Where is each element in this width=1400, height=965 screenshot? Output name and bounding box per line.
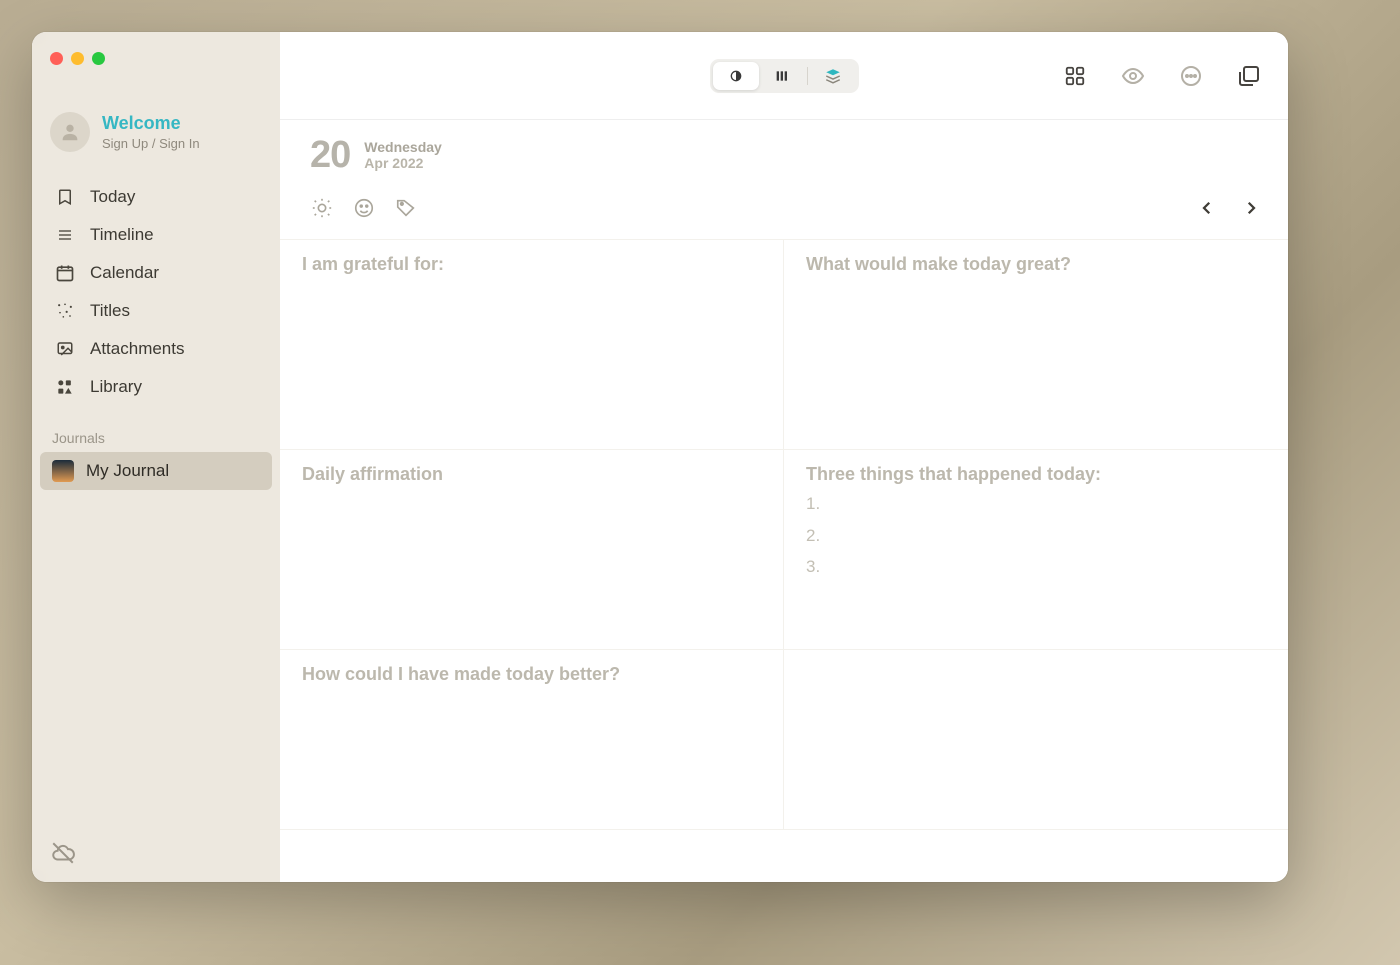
prompt-three-things[interactable]: Three things that happened today: 1. 2. … bbox=[784, 450, 1288, 650]
list-item: 3. bbox=[806, 554, 1266, 580]
profile-text: Welcome Sign Up / Sign In bbox=[102, 113, 200, 151]
profile-name: Welcome bbox=[102, 113, 200, 134]
view-mode-switch bbox=[710, 59, 859, 93]
image-icon bbox=[54, 338, 76, 360]
weekday-label: Wednesday bbox=[364, 140, 442, 155]
prompt-label: How could I have made today better? bbox=[302, 664, 761, 685]
view-mode-stack[interactable] bbox=[810, 62, 856, 90]
prompt-label: I am grateful for: bbox=[302, 254, 761, 275]
journal-thumbnail-icon bbox=[52, 460, 74, 482]
journal-item-label: My Journal bbox=[86, 461, 169, 481]
sidebar-item-today[interactable]: Today bbox=[40, 178, 272, 216]
entry-meta-row bbox=[280, 185, 1288, 240]
prompt-grateful[interactable]: I am grateful for: bbox=[280, 240, 784, 450]
prompt-affirmation[interactable]: Daily affirmation bbox=[280, 450, 784, 650]
view-mode-single[interactable] bbox=[713, 62, 759, 90]
sidebar-item-library[interactable]: Library bbox=[40, 368, 272, 406]
sidebar: Welcome Sign Up / Sign In Today Timeline bbox=[32, 32, 280, 882]
date-meta: Wednesday Apr 2022 bbox=[364, 140, 442, 171]
sidebar-item-label: Today bbox=[90, 187, 135, 207]
next-entry-button[interactable] bbox=[1238, 195, 1264, 221]
tag-icon[interactable] bbox=[394, 196, 418, 220]
close-window-button[interactable] bbox=[50, 52, 63, 65]
timeline-icon bbox=[54, 224, 76, 246]
topbar bbox=[280, 32, 1288, 120]
list-item: 2. bbox=[806, 523, 1266, 549]
fullscreen-window-button[interactable] bbox=[92, 52, 105, 65]
sidebar-item-calendar[interactable]: Calendar bbox=[40, 254, 272, 292]
profile-block[interactable]: Welcome Sign Up / Sign In bbox=[32, 102, 280, 172]
day-number: 20 bbox=[310, 134, 350, 177]
new-window-button[interactable] bbox=[1234, 61, 1264, 91]
mood-icon[interactable] bbox=[352, 196, 376, 220]
prev-entry-button[interactable] bbox=[1194, 195, 1220, 221]
cloud-off-icon[interactable] bbox=[50, 840, 76, 866]
avatar-icon bbox=[50, 112, 90, 152]
sidebar-item-label: Titles bbox=[90, 301, 130, 321]
view-switch-separator bbox=[807, 67, 808, 85]
date-header: 20 Wednesday Apr 2022 bbox=[280, 120, 1288, 185]
topbar-actions bbox=[1060, 61, 1264, 91]
journals-section-label: Journals bbox=[32, 412, 280, 452]
monthyear-label: Apr 2022 bbox=[364, 156, 442, 171]
visibility-button[interactable] bbox=[1118, 61, 1148, 91]
calendar-icon bbox=[54, 262, 76, 284]
main-pane: 20 Wednesday Apr 2022 bbox=[280, 32, 1288, 882]
app-window: Welcome Sign Up / Sign In Today Timeline bbox=[32, 32, 1288, 882]
sidebar-item-label: Timeline bbox=[90, 225, 154, 245]
bookmark-icon bbox=[54, 186, 76, 208]
journal-grid: I am grateful for: What would make today… bbox=[280, 240, 1288, 830]
prompt-label: Three things that happened today: bbox=[806, 464, 1266, 485]
library-icon bbox=[54, 376, 76, 398]
prompt-empty[interactable] bbox=[784, 650, 1288, 830]
entry-meta-icons bbox=[310, 196, 418, 220]
sign-in-link[interactable]: Sign Up / Sign In bbox=[102, 136, 200, 151]
window-controls bbox=[50, 52, 105, 65]
sidebar-item-label: Attachments bbox=[90, 339, 185, 359]
sidebar-item-titles[interactable]: Titles bbox=[40, 292, 272, 330]
more-button[interactable] bbox=[1176, 61, 1206, 91]
weather-icon[interactable] bbox=[310, 196, 334, 220]
primary-nav: Today Timeline Calendar Titles bbox=[32, 172, 280, 412]
list-item: 1. bbox=[806, 491, 1266, 517]
sidebar-item-label: Calendar bbox=[90, 263, 159, 283]
sparkle-icon bbox=[54, 300, 76, 322]
view-mode-columns[interactable] bbox=[759, 62, 805, 90]
sidebar-item-attachments[interactable]: Attachments bbox=[40, 330, 272, 368]
prompt-label: Daily affirmation bbox=[302, 464, 761, 485]
prompt-label: What would make today great? bbox=[806, 254, 1266, 275]
sidebar-item-timeline[interactable]: Timeline bbox=[40, 216, 272, 254]
sidebar-item-label: Library bbox=[90, 377, 142, 397]
widgets-button[interactable] bbox=[1060, 61, 1090, 91]
journal-item-my-journal[interactable]: My Journal bbox=[40, 452, 272, 490]
prompt-great[interactable]: What would make today great? bbox=[784, 240, 1288, 450]
minimize-window-button[interactable] bbox=[71, 52, 84, 65]
prompt-better[interactable]: How could I have made today better? bbox=[280, 650, 784, 830]
entry-nav bbox=[1194, 195, 1264, 221]
